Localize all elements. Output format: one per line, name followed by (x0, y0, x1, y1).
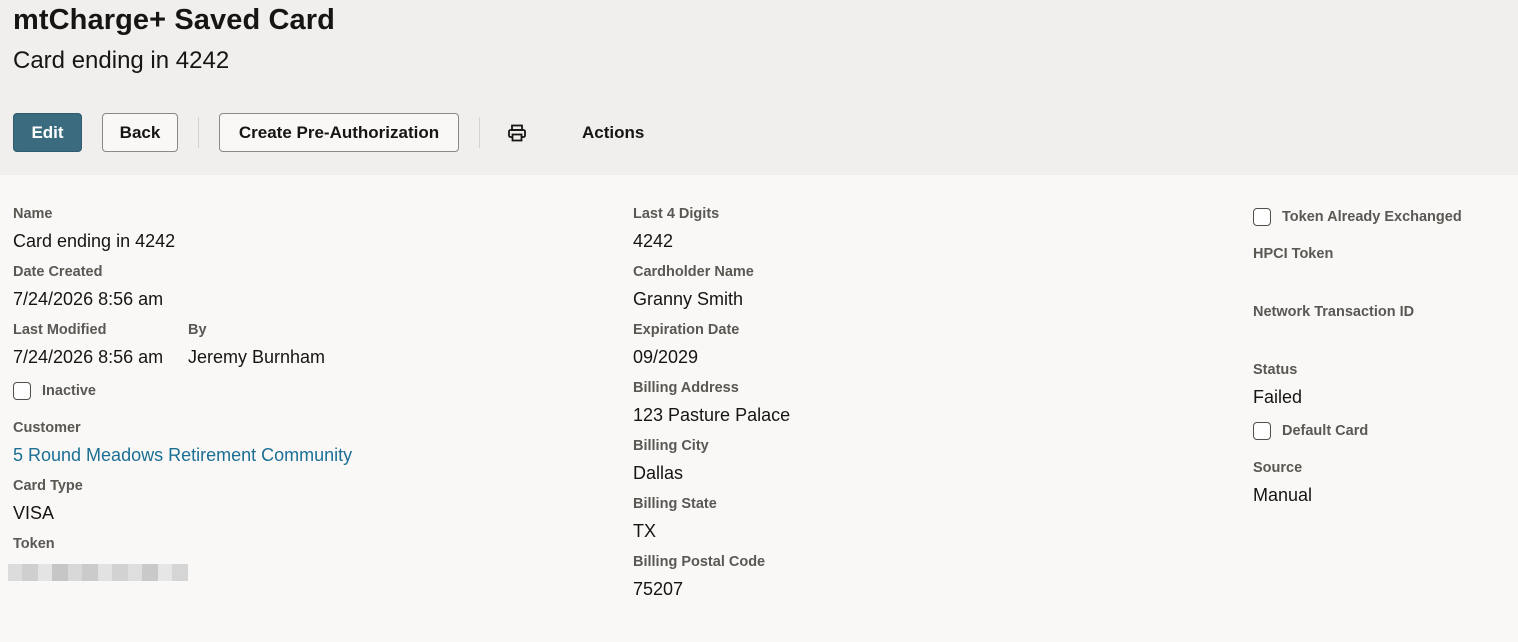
page-header: mtCharge+ Saved Card Card ending in 4242… (0, 0, 1518, 175)
page-subtitle: Card ending in 4242 (13, 47, 230, 74)
token-exchanged-checkbox[interactable] (1253, 208, 1271, 226)
date-created-value: 7/24/2026 8:56 am (13, 289, 164, 309)
modified-by-label: By (188, 322, 207, 338)
expiration-date-label: Expiration Date (633, 322, 740, 338)
expiration-date-value: 09/2029 (633, 347, 699, 367)
billing-state-label: Billing State (633, 496, 717, 512)
last-modified-value: 7/24/2026 8:56 am (13, 347, 164, 367)
inactive-checkbox-row: Inactive (13, 382, 96, 400)
card-type-label: Card Type (13, 478, 83, 494)
token-value-redacted (8, 564, 188, 581)
print-button[interactable] (507, 120, 527, 146)
billing-postal-code-label: Billing Postal Code (633, 554, 766, 570)
billing-city-label: Billing City (633, 438, 709, 454)
status-label: Status (1253, 362, 1298, 378)
print-icon (508, 124, 526, 142)
customer-label: Customer (13, 420, 81, 436)
edit-button[interactable]: Edit (13, 113, 82, 152)
default-card-checkbox-row: Default Card (1253, 422, 1368, 440)
billing-city-value: Dallas (633, 463, 684, 483)
date-created-label: Date Created (13, 264, 103, 280)
toolbar-divider (479, 117, 480, 148)
billing-address-label: Billing Address (633, 380, 739, 396)
customer-link[interactable]: 5 Round Meadows Retirement Community (13, 445, 352, 466)
last4-value: 4242 (633, 231, 674, 251)
name-value: Card ending in 4242 (13, 231, 176, 251)
billing-postal-code-value: 75207 (633, 579, 684, 599)
default-card-label: Default Card (1282, 423, 1369, 439)
name-label: Name (13, 206, 53, 222)
last-modified-label: Last Modified (13, 322, 107, 338)
source-label: Source (1253, 460, 1303, 476)
network-transaction-id-label: Network Transaction ID (1253, 304, 1415, 320)
source-value: Manual (1253, 485, 1313, 505)
billing-address-value: 123 Pasture Palace (633, 405, 791, 425)
modified-by-value: Jeremy Burnham (188, 347, 326, 367)
page-title: mtCharge+ Saved Card (13, 4, 335, 36)
card-type-value: VISA (13, 503, 55, 523)
create-pre-authorization-button[interactable]: Create Pre-Authorization (219, 113, 459, 152)
default-card-checkbox[interactable] (1253, 422, 1271, 440)
billing-state-value: TX (633, 521, 657, 541)
back-button[interactable]: Back (102, 113, 178, 152)
cardholder-name-label: Cardholder Name (633, 264, 754, 280)
inactive-label: Inactive (42, 383, 96, 399)
status-value: Failed (1253, 387, 1303, 407)
hpci-token-label: HPCI Token (1253, 246, 1334, 262)
token-exchanged-label: Token Already Exchanged (1282, 209, 1462, 225)
last4-label: Last 4 Digits (633, 206, 720, 222)
inactive-checkbox[interactable] (13, 382, 31, 400)
token-exchanged-checkbox-row: Token Already Exchanged (1253, 208, 1462, 226)
cardholder-name-value: Granny Smith (633, 289, 744, 309)
actions-menu-button[interactable]: Actions (582, 113, 644, 152)
toolbar-divider (198, 117, 199, 148)
token-label: Token (13, 536, 55, 552)
